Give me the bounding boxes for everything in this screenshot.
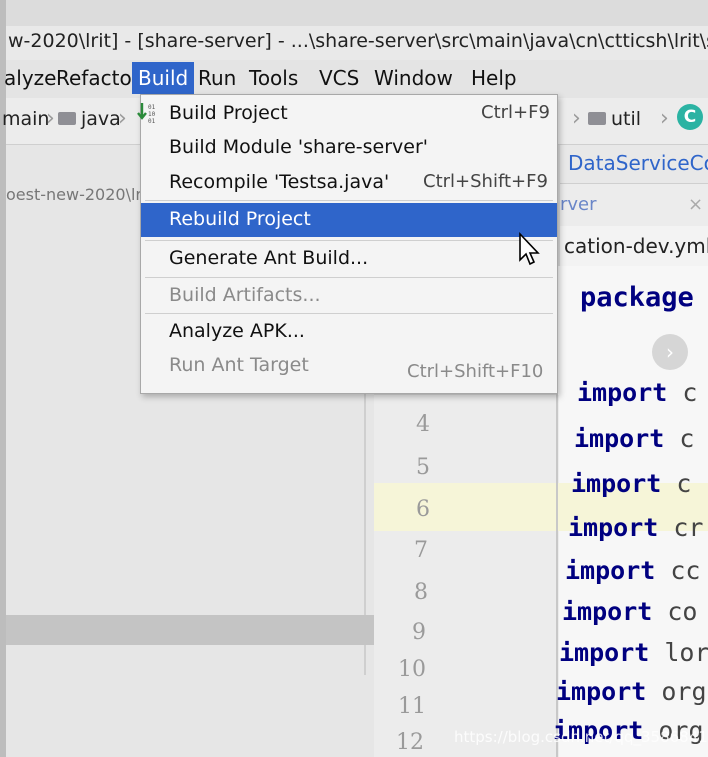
menu-separator (145, 200, 553, 201)
svg-text:01: 01 (148, 118, 156, 125)
editor-tab-row: DataServiceCo (560, 145, 708, 184)
code-rest: cc (670, 556, 701, 585)
menu-separator (145, 313, 553, 314)
breadcrumb-separator-icon: › (46, 106, 55, 131)
code-rest: lor (664, 638, 708, 667)
breadcrumb-separator-icon: › (660, 106, 669, 131)
line-number: 4 (416, 412, 430, 437)
code-line[interactable]: import c (574, 424, 694, 453)
code-rest: c (676, 469, 692, 498)
menu-item-label: Generate Ant Build... (169, 247, 369, 269)
code-rest: c (679, 424, 695, 453)
line-number: 8 (414, 580, 428, 605)
watermark: https://blog.csdn.net/qq_35868412 (454, 728, 708, 746)
line-number: 9 (412, 620, 426, 645)
menu-item-label: Run Ant Target (169, 354, 309, 376)
code-rest: cr (673, 513, 704, 542)
menu-item-shortcut: Ctrl+F9 (481, 102, 550, 123)
close-icon[interactable]: × (688, 194, 703, 215)
code-rest: c (682, 378, 698, 407)
menu-separator (145, 240, 553, 241)
menu-item-analyze-apk[interactable]: Analyze APK... (141, 315, 557, 349)
import-keyword: import (571, 469, 662, 498)
package-keyword: package (580, 282, 694, 313)
menu-item-shortcut: Ctrl+Shift+F10 (407, 361, 544, 382)
menu-window[interactable]: Window (370, 64, 457, 92)
breadcrumb-label: java (81, 108, 121, 130)
line-number: 6 (416, 497, 430, 522)
menu-item-build-artifacts: Build Artifacts... (141, 279, 557, 313)
menu-item-label: Build Project (169, 102, 288, 124)
breadcrumb-item-java[interactable]: java (58, 108, 121, 130)
breadcrumb-item-main[interactable]: main (2, 108, 49, 130)
class-icon[interactable]: C (677, 104, 703, 130)
code-line[interactable]: import cc (565, 556, 700, 585)
project-tree-row[interactable] (6, 615, 374, 645)
line-number: 10 (398, 657, 426, 682)
window-title: w-2020\lrit] - [share-server] - ...\shar… (8, 30, 708, 52)
menu-item-label: Rebuild Project (169, 208, 311, 230)
import-keyword: import (556, 677, 647, 706)
editor-tab-row: cation-dev.yml (560, 226, 708, 267)
menu-item-build-module[interactable]: Build Module 'share-server' (141, 131, 557, 165)
folder-icon (588, 112, 606, 125)
code-line[interactable]: import c (577, 378, 697, 407)
menu-refactor[interactable]: Refactor (52, 64, 144, 92)
svg-text:01: 01 (148, 104, 156, 111)
code-line[interactable]: import org (556, 677, 707, 706)
menu-item-label: Analyze APK... (169, 320, 305, 342)
menu-bar: alyze Refactor Build Run Tools VCS Windo… (4, 60, 708, 98)
chevron-right-icon[interactable]: › (652, 334, 688, 370)
project-path[interactable]: oest-new-2020\lrit (6, 185, 153, 204)
code-line[interactable]: import c (571, 469, 691, 498)
svg-text:10: 10 (148, 111, 156, 118)
line-number: 11 (398, 694, 426, 719)
menu-item-label: Recompile 'Testsa.java' (169, 171, 390, 193)
menu-item-run-ant-target: Run Ant Target Ctrl+Shift+F10 (141, 349, 557, 383)
menu-vcs[interactable]: VCS (315, 64, 363, 92)
build-icon: 01 10 01 (137, 103, 156, 125)
menu-item-rebuild-project[interactable]: Rebuild Project (141, 203, 557, 237)
breadcrumb-item-util[interactable]: util (588, 108, 641, 130)
import-keyword: import (574, 424, 665, 453)
tab-server[interactable]: rver (560, 194, 597, 215)
breadcrumb-separator-icon: › (118, 106, 127, 131)
import-keyword: import (568, 513, 659, 542)
menu-item-shortcut: Ctrl+Shift+F9 (423, 171, 548, 192)
mouse-cursor-icon (519, 232, 540, 266)
import-keyword: import (559, 638, 650, 667)
line-number: 12 (396, 730, 424, 755)
build-menu-dropdown: 01 10 01 Build Project Ctrl+F9 Build Mod… (137, 94, 558, 394)
code-line[interactable]: import lor (559, 638, 708, 667)
folder-icon (58, 112, 76, 125)
code-line[interactable]: import co (562, 597, 697, 626)
import-keyword: import (562, 597, 653, 626)
menu-run[interactable]: Run (194, 64, 240, 92)
menu-item-label: Build Module 'share-server' (169, 136, 428, 158)
title-bar: w-2020\lrit] - [share-server] - ...\shar… (6, 26, 708, 61)
code-line[interactable]: import cr (568, 513, 703, 542)
code-rest: org (661, 677, 707, 706)
import-keyword: import (565, 556, 656, 585)
breadcrumb-separator-icon: › (572, 106, 581, 131)
menu-item-recompile[interactable]: Recompile 'Testsa.java' Ctrl+Shift+F9 (141, 166, 557, 200)
menu-separator (145, 277, 553, 278)
menu-tools[interactable]: Tools (245, 64, 302, 92)
line-number: 7 (414, 538, 428, 563)
tab-data-service[interactable]: DataServiceCo (568, 151, 708, 175)
breadcrumb-label: util (611, 108, 642, 130)
menu-item-generate-ant-build[interactable]: Generate Ant Build... (141, 242, 557, 276)
menu-help[interactable]: Help (467, 64, 521, 92)
tab-application-dev-yml[interactable]: cation-dev.yml (564, 234, 708, 258)
menu-item-label: Build Artifacts... (169, 284, 321, 306)
menu-build[interactable]: Build (132, 62, 195, 94)
menu-item-build-project[interactable]: 01 10 01 Build Project Ctrl+F9 (137, 97, 557, 131)
editor-tab-row: rver × (560, 184, 708, 226)
code-rest: co (667, 597, 698, 626)
import-keyword: import (577, 378, 668, 407)
line-number: 5 (416, 455, 430, 480)
